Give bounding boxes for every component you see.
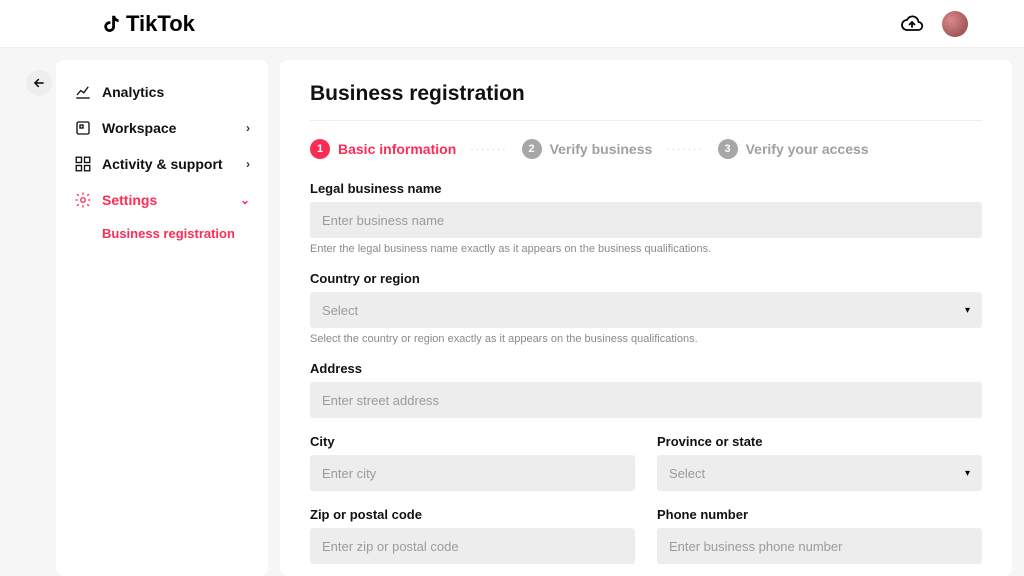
shell: Analytics Workspace › Activity & support… (0, 48, 1024, 576)
tiktok-icon (100, 13, 122, 35)
sidebar-subitem-business-registration[interactable]: Business registration (66, 218, 258, 249)
gear-icon (74, 191, 92, 209)
sidebar-item-label: Workspace (102, 120, 176, 136)
back-button[interactable] (26, 70, 52, 96)
step-connector: ······· (470, 144, 507, 155)
input-address[interactable] (310, 382, 982, 418)
label-legal-name: Legal business name (310, 181, 982, 196)
upload-cloud-icon[interactable] (900, 12, 924, 36)
brand-text: TikTok (126, 11, 195, 37)
select-country[interactable]: Select ▾ (310, 292, 982, 328)
step-number: 2 (522, 139, 542, 159)
divider (310, 120, 982, 121)
topbar: TikTok (0, 0, 1024, 48)
step-verify-business[interactable]: 2 Verify business (522, 139, 653, 159)
workspace-icon (74, 119, 92, 137)
field-phone: Phone number (657, 507, 982, 564)
step-verify-access[interactable]: 3 Verify your access (718, 139, 869, 159)
label-city: City (310, 434, 635, 449)
input-city[interactable] (310, 455, 635, 491)
select-placeholder: Select (669, 466, 705, 481)
input-zip[interactable] (310, 528, 635, 564)
activity-icon (74, 155, 92, 173)
label-zip: Zip or postal code (310, 507, 635, 522)
label-address: Address (310, 361, 982, 376)
sidebar-item-label: Settings (102, 192, 157, 208)
user-avatar[interactable] (942, 11, 968, 37)
input-phone[interactable] (657, 528, 982, 564)
select-province[interactable]: Select ▾ (657, 455, 982, 491)
main-panel: Business registration 1 Basic informatio… (280, 60, 1012, 576)
caret-down-icon: ▾ (965, 305, 970, 316)
step-label: Basic information (338, 141, 456, 157)
stepper: 1 Basic information ······· 2 Verify bus… (310, 139, 982, 159)
sidebar: Analytics Workspace › Activity & support… (56, 60, 268, 576)
sidebar-item-settings[interactable]: Settings ⌄ (66, 182, 258, 218)
analytics-icon (74, 83, 92, 101)
step-basic-information[interactable]: 1 Basic information (310, 139, 456, 159)
select-placeholder: Select (322, 303, 358, 318)
field-city: City (310, 434, 635, 491)
step-label: Verify business (550, 141, 653, 157)
input-legal-name[interactable] (310, 202, 982, 238)
sidebar-item-label: Activity & support (102, 156, 223, 172)
field-address: Address (310, 361, 982, 418)
chevron-down-icon: ⌄ (240, 193, 250, 207)
field-legal-name: Legal business name Enter the legal busi… (310, 181, 982, 255)
field-province: Province or state Select ▾ (657, 434, 982, 491)
label-province: Province or state (657, 434, 982, 449)
page-title: Business registration (310, 82, 982, 106)
caret-down-icon: ▾ (965, 468, 970, 479)
label-phone: Phone number (657, 507, 982, 522)
sidebar-item-analytics[interactable]: Analytics (66, 74, 258, 110)
chevron-right-icon: › (246, 157, 250, 171)
brand-logo[interactable]: TikTok (100, 11, 195, 37)
sidebar-item-label: Analytics (102, 84, 164, 100)
sidebar-item-workspace[interactable]: Workspace › (66, 110, 258, 146)
label-country: Country or region (310, 271, 982, 286)
step-connector: ······· (666, 144, 703, 155)
step-number: 3 (718, 139, 738, 159)
step-number: 1 (310, 139, 330, 159)
field-country: Country or region Select ▾ Select the co… (310, 271, 982, 345)
arrow-left-icon (32, 76, 46, 90)
topbar-right (900, 11, 968, 37)
chevron-right-icon: › (246, 121, 250, 135)
hint-legal-name: Enter the legal business name exactly as… (310, 243, 982, 255)
field-zip: Zip or postal code (310, 507, 635, 564)
sidebar-item-activity[interactable]: Activity & support › (66, 146, 258, 182)
hint-country: Select the country or region exactly as … (310, 333, 982, 345)
step-label: Verify your access (746, 141, 869, 157)
